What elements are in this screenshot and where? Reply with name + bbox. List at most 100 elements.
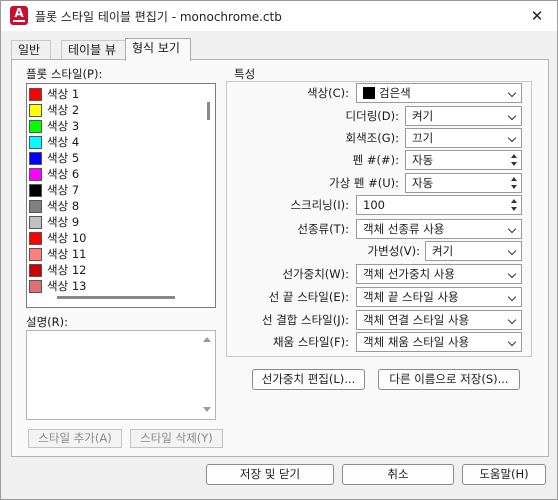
screening-value: 100 — [363, 198, 385, 212]
close-icon[interactable]: ✕ — [527, 6, 547, 26]
plot-style-item[interactable]: 색상 2 — [29, 102, 79, 118]
title-bar[interactable]: A 플롯 스타일 테이블 편집기 - monochrome.ctb ✕ — [1, 1, 557, 31]
adaptive-dropdown[interactable]: 켜기 — [425, 241, 522, 261]
plot-style-label: 색상 4 — [47, 135, 80, 149]
plot-style-label: 색상 2 — [47, 103, 80, 117]
description-label: 설명(R): — [26, 315, 68, 329]
plot-style-item[interactable]: 색상 8 — [29, 198, 79, 214]
color-swatch-icon — [29, 215, 42, 229]
chevron-down-icon — [507, 337, 517, 347]
color-swatch-icon — [29, 119, 42, 133]
linetype-dropdown[interactable]: 객체 선종류 사용 — [356, 219, 522, 239]
scroll-up-icon[interactable] — [203, 337, 211, 342]
spin-down-icon[interactable] — [511, 207, 517, 211]
plot-style-item[interactable]: 색상 5 — [29, 150, 79, 166]
chevron-down-icon — [507, 315, 517, 325]
list-vertical-scrollbar[interactable] — [207, 102, 210, 120]
chevron-down-icon — [507, 111, 517, 121]
plot-style-item[interactable]: 색상 1 — [29, 86, 79, 102]
color-value: 검은색 — [379, 86, 411, 100]
spinner-buttons[interactable] — [508, 174, 521, 192]
dither-label: 디더링(D): — [345, 109, 399, 123]
help-button[interactable]: 도움말(H) — [462, 464, 546, 485]
color-swatch-icon — [29, 247, 42, 261]
lineweight-dropdown[interactable]: 객체 선가중치 사용 — [356, 264, 522, 284]
grayscale-dropdown[interactable]: 끄기 — [405, 128, 522, 148]
spin-up-icon[interactable] — [511, 154, 517, 158]
plot-style-label: 색상 5 — [47, 151, 80, 165]
list-horizontal-scrollbar[interactable] — [57, 296, 175, 299]
color-swatch-icon — [29, 167, 42, 181]
adaptive-label: 가변성(V): — [367, 244, 420, 258]
spinner-buttons[interactable] — [508, 151, 521, 169]
line-end-style-value: 객체 끝 스타일 사용 — [363, 290, 459, 304]
spin-down-icon[interactable] — [511, 162, 517, 166]
line-join-style-dropdown[interactable]: 객체 연결 스타일 사용 — [356, 310, 522, 330]
chevron-down-icon — [507, 269, 517, 279]
plot-styles-label: 플롯 스타일(P): — [26, 67, 103, 81]
delete-style-button[interactable]: 스타일 삭제(Y) — [130, 429, 223, 448]
line-end-style-label: 선 끝 스타일(E): — [268, 290, 349, 304]
screening-spinner[interactable]: 100 — [356, 195, 522, 215]
fill-style-value: 객체 채움 스타일 사용 — [363, 335, 470, 349]
color-swatch-icon — [29, 135, 42, 149]
plot-style-label: 색상 3 — [47, 119, 80, 133]
plot-style-label: 색상 7 — [47, 183, 80, 197]
plot-style-label: 색상 8 — [47, 199, 80, 213]
scroll-down-icon[interactable] — [203, 407, 211, 412]
adaptive-value: 켜기 — [432, 244, 454, 258]
fill-style-dropdown[interactable]: 객체 채움 스타일 사용 — [356, 332, 522, 352]
spin-up-icon[interactable] — [511, 199, 517, 203]
color-dropdown[interactable]: 검은색 — [356, 83, 522, 103]
color-swatch-icon — [363, 87, 375, 99]
save-and-close-button[interactable]: 저장 및 닫기 — [206, 464, 334, 485]
plot-style-item[interactable]: 색상 11 — [29, 246, 86, 262]
plot-style-item[interactable]: 색상 7 — [29, 182, 79, 198]
chevron-down-icon — [507, 88, 517, 98]
autocad-app-icon: A — [10, 6, 28, 25]
pen-number-spinner[interactable]: 자동 — [405, 150, 522, 170]
line-join-style-value: 객체 연결 스타일 사용 — [363, 313, 470, 327]
lineweight-label: 선가중치(W): — [282, 267, 349, 281]
plot-style-item[interactable]: 색상 4 — [29, 134, 79, 150]
spin-up-icon[interactable] — [511, 177, 517, 181]
plot-style-item[interactable]: 색상 9 — [29, 214, 79, 230]
grayscale-value: 끄기 — [412, 131, 434, 145]
cancel-button[interactable]: 취소 — [342, 464, 454, 485]
fill-style-label: 채움 스타일(F): — [272, 335, 349, 349]
plot-style-label: 색상 6 — [47, 167, 80, 181]
plot-style-item[interactable]: 색상 10 — [29, 230, 86, 246]
plot-style-item[interactable]: 색상 13 — [29, 278, 86, 294]
line-end-style-dropdown[interactable]: 객체 끝 스타일 사용 — [356, 287, 522, 307]
dither-value: 켜기 — [412, 109, 434, 123]
spin-down-icon[interactable] — [511, 185, 517, 189]
color-swatch-icon — [29, 199, 42, 213]
color-swatch-icon — [29, 231, 42, 245]
plot-style-label: 색상 13 — [47, 279, 87, 293]
plot-style-label: 색상 12 — [47, 263, 87, 277]
save-as-button[interactable]: 다른 이름으로 저장(S)... — [378, 369, 520, 390]
add-style-button[interactable]: 스타일 추가(A) — [28, 429, 122, 448]
plot-style-item[interactable]: 색상 3 — [29, 118, 79, 134]
edit-lineweights-button[interactable]: 선가중치 편집(L)... — [252, 369, 365, 390]
plot-style-table-editor-window: A 플롯 스타일 테이블 편집기 - monochrome.ctb ✕ 일반 테… — [0, 0, 558, 500]
tab-table-view[interactable]: 테이블 뷰 — [61, 40, 127, 60]
dither-dropdown[interactable]: 켜기 — [405, 106, 522, 126]
tab-form-view[interactable]: 형식 보기 — [125, 38, 191, 61]
virtual-pen-value: 자동 — [412, 176, 434, 190]
virtual-pen-spinner[interactable]: 자동 — [405, 173, 522, 193]
spinner-buttons[interactable] — [508, 196, 521, 214]
linetype-label: 선종류(T): — [297, 222, 349, 236]
color-swatch-icon — [29, 263, 42, 277]
tab-general[interactable]: 일반 — [11, 40, 51, 60]
window-title: 플롯 스타일 테이블 편집기 - monochrome.ctb — [35, 10, 282, 24]
plot-style-label: 색상 9 — [47, 215, 80, 229]
plot-style-item[interactable]: 색상 6 — [29, 166, 79, 182]
plot-styles-list[interactable]: 색상 1 색상 2 색상 3 색상 4 색상 5 색상 6 색상 7 색상 8 색상 9 색상 1… — [26, 83, 216, 308]
pen-number-label: 펜 #(#): — [352, 153, 399, 167]
virtual-pen-label: 가상 펜 #(U): — [329, 176, 399, 190]
color-swatch-icon — [29, 87, 42, 101]
line-join-style-label: 선 결합 스타일(J): — [261, 313, 349, 327]
description-textarea[interactable] — [26, 330, 216, 420]
plot-style-item[interactable]: 색상 12 — [29, 262, 86, 278]
